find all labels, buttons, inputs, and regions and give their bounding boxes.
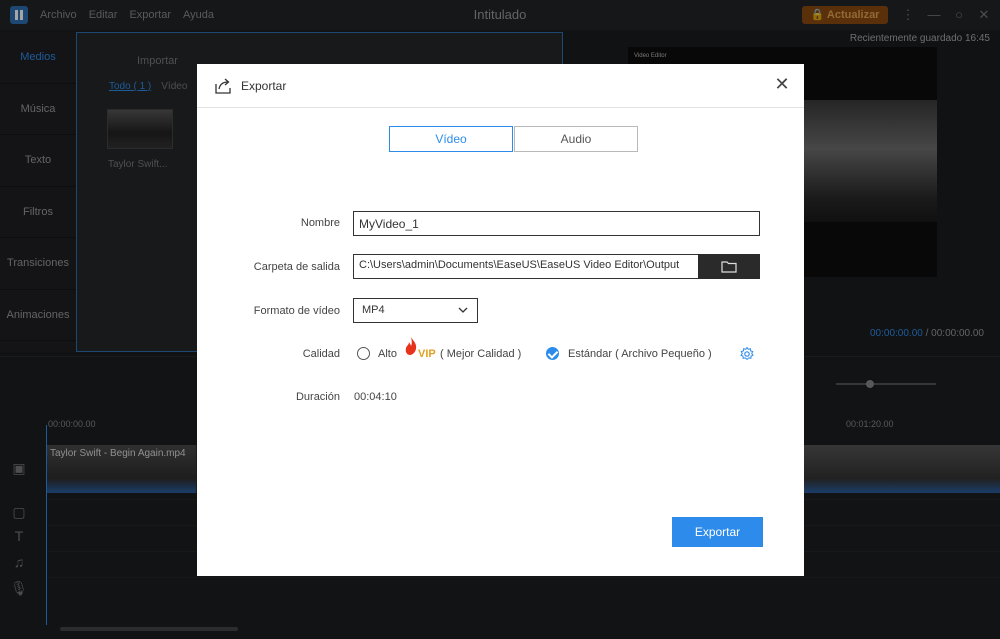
format-label: Formato de vídeo [253,305,340,317]
quality-high-radio[interactable] [357,347,370,360]
folder-label: Carpeta de salida [253,261,340,273]
duration-value: 00:04:10 [354,391,397,403]
duration-label: Duración [295,391,340,403]
close-icon[interactable]: ✕ [774,75,790,93]
chevron-down-icon [458,307,468,313]
quality-high-label: Alto [378,348,397,360]
export-icon [215,78,231,94]
fire-icon [405,337,417,355]
quality-label: Calidad [302,348,340,360]
quality-standard-radio[interactable] [546,347,559,360]
export-button[interactable]: Exportar [672,517,763,547]
dialog-header: Exportar ✕ [197,64,804,108]
export-type-tabs: Vídeo Audio [389,126,638,152]
folder-icon [721,261,737,273]
name-field[interactable] [353,211,760,236]
browse-folder-button[interactable] [698,254,760,279]
export-dialog: Exportar ✕ Vídeo Audio Nombre Carpeta de… [197,64,804,576]
tab-audio[interactable]: Audio [514,126,638,152]
format-value: MP4 [362,304,385,316]
format-select[interactable]: MP4 [353,298,478,323]
gear-icon[interactable] [739,346,755,362]
output-folder-field[interactable]: C:\Users\admin\Documents\EaseUS\EaseUS V… [353,254,698,279]
tab-video[interactable]: Vídeo [389,126,513,152]
quality-high-desc: ( Mejor Calidad ) [440,348,522,360]
quality-standard-label: Estándar ( Archivo Pequeño ) [568,348,712,360]
name-label: Nombre [300,217,340,229]
vip-badge: VIP [418,348,436,360]
dialog-title: Exportar [241,79,287,93]
